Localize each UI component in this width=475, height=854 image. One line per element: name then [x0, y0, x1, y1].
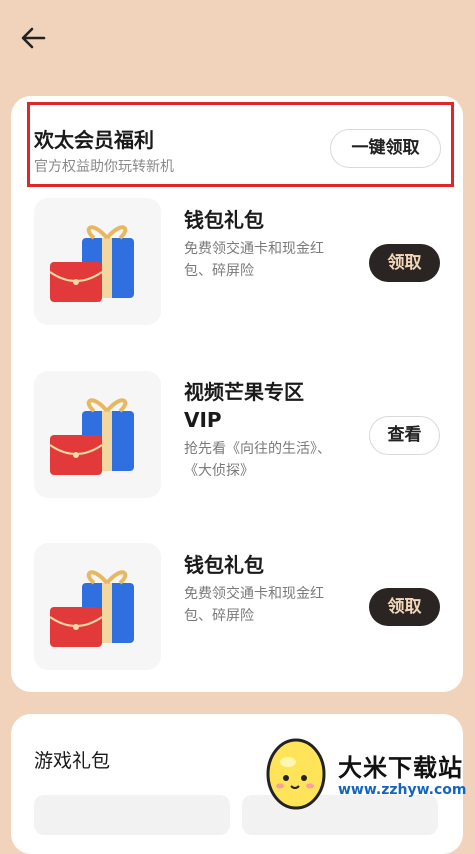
back-button[interactable] — [18, 22, 50, 54]
claim-all-button[interactable]: 一键领取 — [330, 129, 441, 168]
item-desc: 免费领交通卡和现金红包、碎屏险 — [184, 586, 324, 624]
gift-image — [34, 198, 161, 325]
item-desc: 抢先看《向往的生活》、《大侦探》 — [184, 441, 331, 479]
item-title: 钱包礼包 — [184, 208, 264, 232]
item-desc: 免费领交通卡和现金红包、碎屏险 — [184, 241, 324, 279]
gift-icon — [49, 225, 134, 302]
benefits-title: 欢太会员福利 — [34, 128, 154, 152]
gift-icon — [49, 398, 134, 475]
item-title: 视频芒果专区VIP — [184, 380, 304, 432]
watermark-title: 大米下载站 — [338, 754, 463, 782]
back-arrow-icon — [21, 27, 46, 49]
egg-mascot-icon — [266, 738, 326, 810]
game-tile[interactable] — [34, 795, 230, 835]
item-title: 钱包礼包 — [184, 553, 264, 577]
gift-image — [34, 371, 161, 498]
game-gifts-title: 游戏礼包 — [34, 750, 111, 772]
claim-button[interactable]: 领取 — [369, 588, 440, 626]
gift-image — [34, 543, 161, 670]
view-button[interactable]: 查看 — [369, 416, 440, 455]
benefits-subtitle: 官方权益助你玩转新机 — [34, 159, 174, 175]
claim-button[interactable]: 领取 — [369, 244, 440, 282]
gift-icon — [49, 570, 134, 647]
watermark-url: www.zzhyw.com — [338, 782, 467, 798]
